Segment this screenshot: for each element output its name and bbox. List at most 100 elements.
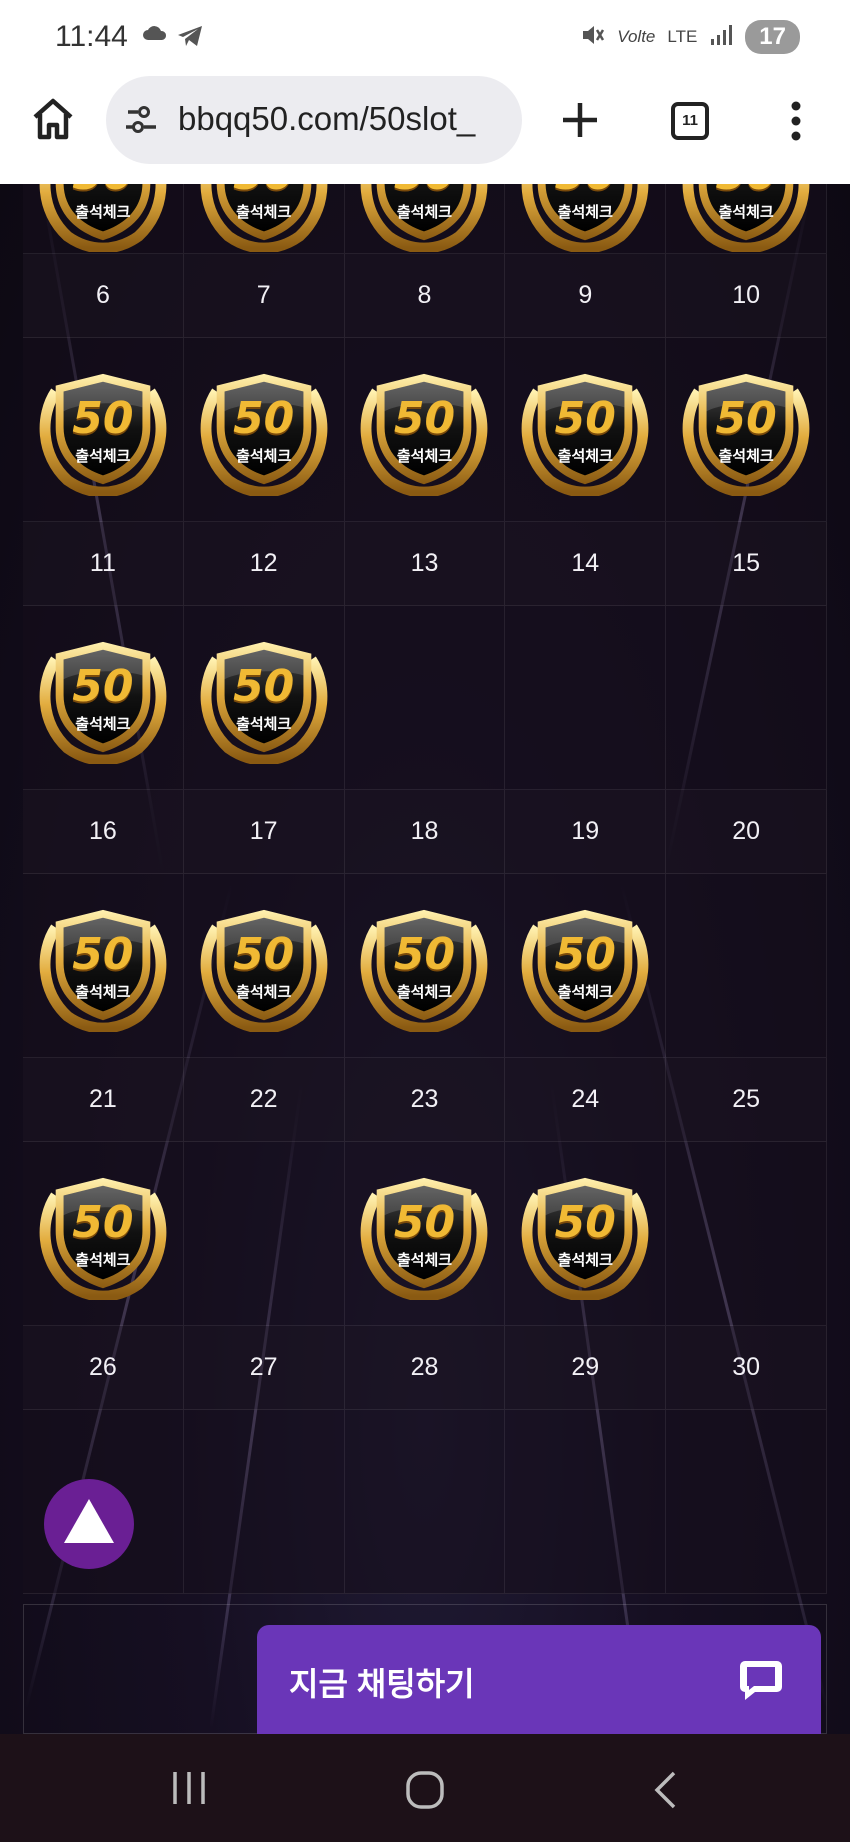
badge-number: 50 xyxy=(516,184,654,200)
system-navigation-bar xyxy=(0,1734,850,1842)
badge-label: 출석체크 xyxy=(75,715,131,733)
site-settings-icon[interactable] xyxy=(124,102,160,143)
recent-apps-button[interactable] xyxy=(170,1770,208,1811)
calendar-stamp-cell xyxy=(666,606,827,790)
calendar-stamp-cell: 50 출석체크 xyxy=(505,184,667,254)
calendar-stamp-cell: 50 출석체크 xyxy=(23,184,184,254)
calendar-date: 25 xyxy=(666,1058,827,1142)
badge-number: 50 xyxy=(393,392,456,444)
badge-label: 출석체크 xyxy=(75,983,131,1001)
badge-label: 출석체크 xyxy=(396,983,453,1001)
lte-label: LTE xyxy=(667,27,698,46)
calendar-date: 24 xyxy=(505,1058,667,1142)
attendance-stamp-badge: 50 출석체크 xyxy=(677,184,815,253)
calendar-date: 8 xyxy=(344,254,506,338)
calendar-date: 16 xyxy=(23,790,184,874)
calendar-stamp-cell: 50 출석체크 xyxy=(23,606,184,790)
calendar-stamp-cell: 50 출석체크 xyxy=(344,184,506,254)
badge-label: 출석체크 xyxy=(718,204,774,221)
attendance-stamp-badge: 50 출석체크 xyxy=(34,899,172,1033)
scroll-top-button[interactable] xyxy=(44,1479,134,1569)
calendar-stamp-cell xyxy=(666,874,827,1058)
calendar-stamp-cell xyxy=(183,1410,345,1594)
calendar-stamp-cell: 50 출석체크 xyxy=(505,338,667,522)
badge-number: 50 xyxy=(393,928,456,980)
calendar-date: 6 xyxy=(23,254,184,338)
badge-label: 출석체크 xyxy=(236,715,292,733)
more-vert-icon xyxy=(786,101,806,146)
new-tab-button[interactable] xyxy=(560,100,600,145)
status-time: 11:44 xyxy=(55,20,128,53)
browser-toolbar: bbqq50.com/50slot_ 11 xyxy=(0,76,850,184)
calendar-date: 10 xyxy=(666,254,827,338)
calendar-stamp-cell: 50 출석체크 xyxy=(183,606,345,790)
back-nav-button[interactable] xyxy=(650,1770,680,1815)
address-bar[interactable]: bbqq50.com/50slot_ xyxy=(106,76,522,164)
badge-number: 50 xyxy=(72,660,134,712)
telegram-icon xyxy=(176,24,204,53)
badge-number: 50 xyxy=(393,1196,456,1248)
badge-label: 출석체크 xyxy=(557,1251,613,1269)
home-button[interactable] xyxy=(30,96,76,142)
calendar-stamp-cell: 50 출석체크 xyxy=(23,874,184,1058)
attendance-stamp-badge: 50 출석체크 xyxy=(516,899,654,1033)
calendar-stamp-cell xyxy=(666,1142,827,1326)
badge-label: 출석체크 xyxy=(396,204,453,221)
calendar-stamp-cell xyxy=(666,1410,827,1594)
browser-menu-button[interactable] xyxy=(786,100,806,147)
calendar-date: 12 xyxy=(183,522,345,606)
attendance-stamp-badge: 50 출석체크 xyxy=(516,184,654,253)
badge-number: 50 xyxy=(72,928,134,980)
badge-label: 출석체크 xyxy=(75,447,131,465)
badge-number: 50 xyxy=(72,392,134,444)
attendance-stamp-badge: 50 출석체크 xyxy=(355,184,493,253)
attendance-stamp-badge: 50 출석체크 xyxy=(677,363,815,497)
badge-number: 50 xyxy=(677,184,815,200)
calendar-date: 19 xyxy=(505,790,667,874)
attendance-stamp-badge: 50 출석체크 xyxy=(355,899,493,1033)
badge-label: 출석체크 xyxy=(75,204,131,221)
calendar-stamp-cell: 50 출석체크 xyxy=(666,184,827,254)
badge-number: 50 xyxy=(554,392,616,444)
badge-number: 50 xyxy=(72,1196,134,1248)
calendar-date: 13 xyxy=(344,522,506,606)
calendar-date: 28 xyxy=(344,1326,506,1410)
calendar-date: 7 xyxy=(183,254,345,338)
battery-indicator: 17 xyxy=(745,20,800,54)
attendance-stamp-badge: 50 출석체크 xyxy=(195,631,333,765)
attendance-stamp-badge: 50 출석체크 xyxy=(516,1167,654,1301)
tab-switcher-button[interactable]: 11 xyxy=(671,102,709,140)
calendar-date: 9 xyxy=(505,254,667,338)
status-bar: 11:44 Volte LTE 17 xyxy=(0,0,850,76)
calendar-date: 22 xyxy=(183,1058,345,1142)
calendar-stamp-cell: 50 출석체크 xyxy=(183,338,345,522)
calendar-date: 23 xyxy=(344,1058,506,1142)
home-nav-button[interactable] xyxy=(405,1770,445,1815)
url-text: bbqq50.com/50slot_ xyxy=(178,100,476,137)
calendar-stamp-cell: 50 출석체크 xyxy=(23,338,184,522)
calendar-stamp-cell: 50 출석체크 xyxy=(344,338,506,522)
volte-label: Volte xyxy=(617,27,656,46)
mute-icon xyxy=(579,22,605,53)
badge-label: 출석체크 xyxy=(236,447,292,465)
badge-number: 50 xyxy=(233,392,295,444)
chat-now-label: 지금 채팅하기 xyxy=(289,1666,475,1702)
attendance-stamp-badge: 50 출석체크 xyxy=(355,1167,493,1301)
calendar-stamp-cell xyxy=(183,1142,345,1326)
badge-number: 50 xyxy=(233,928,295,980)
calendar-date: 29 xyxy=(505,1326,667,1410)
calendar-date: 18 xyxy=(344,790,506,874)
badge-number: 50 xyxy=(34,184,172,200)
cloud-icon xyxy=(142,24,168,53)
calendar-date: 30 xyxy=(666,1326,827,1410)
calendar-stamp-cell: 50 출석체크 xyxy=(505,1142,667,1326)
attendance-stamp-badge: 50 출석체크 xyxy=(34,631,172,765)
chat-now-button[interactable]: 지금 채팅하기 xyxy=(257,1625,821,1734)
home-icon xyxy=(30,98,76,146)
attendance-stamp-badge: 50 출석체크 xyxy=(34,1167,172,1301)
chat-bubble-icon xyxy=(737,1657,785,1708)
badge-number: 50 xyxy=(195,184,333,200)
badge-number: 50 xyxy=(715,392,777,444)
attendance-stamp-badge: 50 출석체크 xyxy=(516,363,654,497)
calendar-stamp-cell xyxy=(505,606,667,790)
